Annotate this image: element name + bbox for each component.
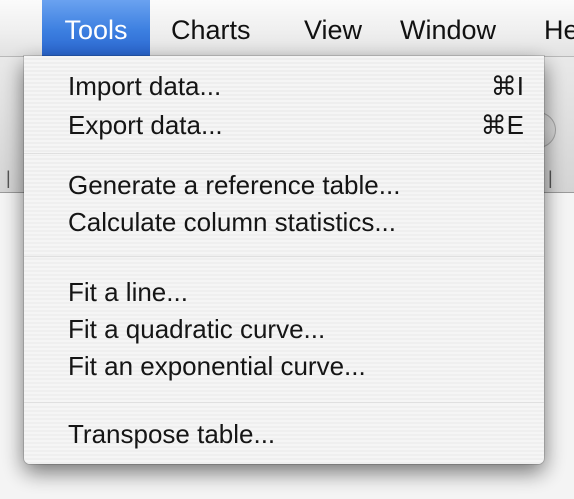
menu-item-label: Fit an exponential curve... — [68, 351, 366, 381]
shortcut-export-data: ⌘E — [480, 110, 524, 140]
menu-separator — [24, 256, 544, 258]
menu-item-export-data[interactable]: Export data... ⌘E — [68, 107, 524, 143]
menu-item-label: Calculate column statistics... — [68, 207, 397, 237]
menubar-item-help[interactable]: He — [544, 0, 574, 56]
menu-item-label: Generate a reference table... — [68, 170, 401, 200]
tools-menu-dropdown: Import data... ⌘I Export data... ⌘E Gene… — [24, 56, 544, 464]
menu-item-fit-line[interactable]: Fit a line... — [68, 274, 524, 310]
menu-item-generate-reference-table[interactable]: Generate a reference table... — [68, 167, 524, 203]
shortcut-import-data: ⌘I — [490, 71, 524, 101]
ruler-tick-icon: | — [6, 168, 11, 188]
menu-item-fit-quadratic-curve[interactable]: Fit a quadratic curve... — [68, 311, 524, 347]
menu-item-label: Fit a line... — [68, 277, 188, 307]
menu-separator — [24, 402, 544, 404]
screen: | | Tools Charts View Window He Import d… — [0, 0, 574, 499]
menu-item-label: Import data... — [68, 71, 222, 101]
menu-item-calculate-column-statistics[interactable]: Calculate column statistics... — [68, 204, 524, 240]
menu-item-transpose-table[interactable]: Transpose table... — [68, 416, 524, 452]
menu-item-label: Fit a quadratic curve... — [68, 314, 326, 344]
menu-item-import-data[interactable]: Import data... ⌘I — [68, 68, 524, 104]
menu-item-label: Transpose table... — [68, 419, 276, 449]
menu-bar: Tools Charts View Window He — [0, 0, 574, 57]
menu-item-fit-exponential-curve[interactable]: Fit an exponential curve... — [68, 348, 524, 384]
menubar-item-window[interactable]: Window — [400, 0, 496, 56]
menubar-item-tools[interactable]: Tools — [42, 0, 150, 56]
menubar-item-charts[interactable]: Charts — [171, 0, 251, 56]
ruler-tick-icon: | — [548, 168, 553, 188]
menu-item-label: Export data... — [68, 110, 223, 140]
menubar-item-view[interactable]: View — [304, 0, 362, 56]
menu-separator — [24, 153, 544, 155]
